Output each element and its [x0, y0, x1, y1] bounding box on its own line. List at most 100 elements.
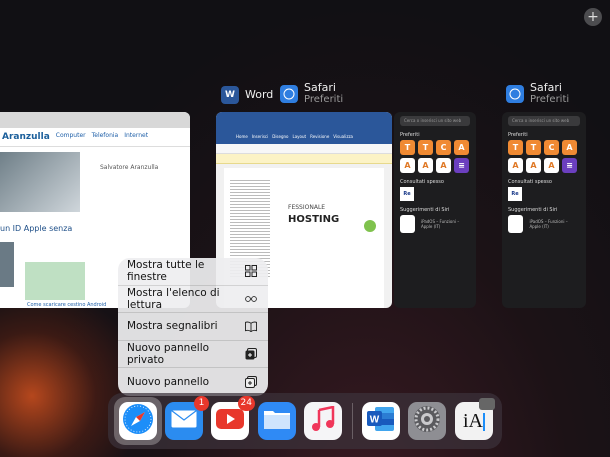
menu-bookmarks[interactable]: Mostra segnalibri: [118, 313, 268, 341]
safari-icon: [280, 84, 298, 103]
browser-toolbar: [0, 112, 190, 128]
favorite-tile[interactable]: A: [418, 158, 433, 173]
app-label-safari-1[interactable]: Safari Preferiti: [280, 82, 343, 105]
dock-safari[interactable]: [119, 402, 157, 440]
word-titlebar: [216, 112, 392, 134]
article-caption: Come scaricare cestino Android: [27, 302, 107, 308]
favorite-tile[interactable]: A: [562, 140, 577, 155]
mail-icon: [171, 410, 197, 432]
app-name: Safari: [530, 81, 562, 94]
glasses-icon: [245, 293, 257, 305]
safari-context-menu: Mostra tutte le finestre Mostra l'elenco…: [118, 258, 268, 396]
book-icon: [245, 320, 257, 332]
app-subtitle: Preferiti: [530, 94, 570, 105]
site-brand: Aranzulla: [2, 132, 50, 142]
apple-icon[interactable]: [508, 215, 524, 233]
favorite-tile[interactable]: A: [454, 140, 469, 155]
app-label-safari-2[interactable]: Safari Preferiti: [506, 82, 569, 105]
favorite-tile[interactable]: T: [526, 140, 541, 155]
grid-icon: [245, 265, 257, 278]
favorite-tile[interactable]: A: [436, 158, 451, 173]
favorite-tile[interactable]: C: [544, 140, 559, 155]
word-icon: W: [366, 405, 396, 437]
word-icon: W: [221, 86, 239, 104]
new-tab-icon: [245, 376, 257, 389]
frequent-label: Consultati spesso: [400, 179, 444, 185]
menu-label: Nuovo pannello: [127, 376, 210, 389]
settings-icon: [412, 404, 442, 438]
siri-label: Suggerimenti di Siri: [508, 207, 558, 213]
menu-show-all-windows[interactable]: Mostra tutte le finestre: [118, 258, 268, 286]
siri-item[interactable]: iPadOS – Funzioni – Apple (IT): [529, 219, 580, 229]
favorite-tile[interactable]: ≡: [454, 158, 469, 173]
doc-badge: [364, 220, 376, 232]
favorites-grid: T T C A A A A ≡: [394, 140, 476, 173]
mail-badge: 1: [194, 396, 209, 411]
safari-panel-2[interactable]: Cerca o inserisci un sito web Preferiti …: [502, 112, 586, 308]
doc-heading-pre: FESSIONALE: [288, 204, 326, 211]
app-name: Word: [245, 88, 274, 101]
safari-icon: [506, 84, 524, 103]
doc-heading: HOSTING: [288, 214, 340, 225]
siri-item[interactable]: iPadOS – Funzioni – Apple (IT): [421, 219, 470, 229]
dock-files[interactable]: [258, 402, 296, 440]
favorites-label: Preferiti: [400, 132, 420, 138]
app-subtitle: Preferiti: [304, 94, 344, 105]
youtube-icon: [216, 409, 244, 433]
favorite-tile[interactable]: A: [544, 158, 559, 173]
article-headline: un ID Apple senza: [0, 224, 73, 233]
menu-new-private-tab[interactable]: Nuovo pannello privato: [118, 341, 268, 369]
music-icon: [311, 405, 335, 436]
dock-ia-writer[interactable]: iA: [455, 398, 495, 440]
favorite-tile[interactable]: T: [418, 140, 433, 155]
app-switch-icon: [479, 398, 495, 410]
private-tab-icon: [245, 348, 257, 360]
dock-youtube[interactable]: 24: [211, 396, 255, 440]
app-label-word[interactable]: W Word: [221, 86, 273, 104]
favorite-tile[interactable]: ≡: [562, 158, 577, 173]
ribbon-tab: Inserisci: [251, 134, 269, 139]
safari-icon: [121, 402, 155, 440]
dock-mail[interactable]: 1: [165, 396, 209, 440]
dock-word[interactable]: W: [362, 402, 400, 440]
favorite-tile[interactable]: A: [400, 158, 415, 173]
site-nav: Aranzulla Computer Telefonia Internet: [0, 128, 190, 147]
dock-music[interactable]: [304, 402, 342, 440]
ribbon-tab: Layout: [292, 134, 307, 139]
recycle-image: [25, 262, 85, 300]
word-ribbon-tabs: Home Inserisci Disegno Layout Revisione …: [216, 134, 392, 144]
frequent-site-icon[interactable]: Re: [400, 187, 414, 201]
favorite-tile[interactable]: T: [400, 140, 415, 155]
nav-item: Internet: [124, 132, 149, 139]
menu-new-tab[interactable]: Nuovo pannello: [118, 368, 268, 396]
favorite-tile[interactable]: A: [508, 158, 523, 173]
thumb-image: [0, 242, 14, 287]
search-field[interactable]: Cerca o inserisci un sito web: [508, 116, 580, 126]
ia-writer-icon: iA: [463, 409, 485, 432]
article-image: [0, 152, 80, 212]
favorite-tile[interactable]: C: [436, 140, 451, 155]
frequent-site-icon[interactable]: Re: [508, 187, 522, 201]
favorite-tile[interactable]: T: [508, 140, 523, 155]
safari-panel-1[interactable]: Cerca o inserisci un sito web Preferiti …: [394, 112, 476, 308]
favorites-grid: T T C A A A A ≡: [502, 140, 586, 173]
menu-label: Mostra tutte le finestre: [127, 259, 205, 284]
menu-label: Mostra l'elenco di lettura: [127, 286, 220, 311]
ribbon-tab: Disegno: [272, 134, 289, 139]
search-field[interactable]: Cerca o inserisci un sito web: [400, 116, 470, 126]
favorites-label: Preferiti: [508, 132, 528, 138]
youtube-badge: 24: [237, 396, 255, 411]
files-icon: [263, 408, 291, 434]
apple-icon[interactable]: [400, 215, 415, 233]
app-name: Safari: [304, 81, 336, 94]
ribbon-tab: Revisione: [310, 134, 330, 139]
dock-separator: [352, 403, 353, 439]
word-toolbar: [216, 144, 392, 154]
warning-bar: [216, 154, 392, 164]
dock-settings[interactable]: [408, 402, 446, 440]
menu-label: Mostra segnalibri: [127, 320, 218, 333]
add-space-button[interactable]: +: [584, 8, 602, 26]
favorite-tile[interactable]: A: [526, 158, 541, 173]
frequent-label: Consultati spesso: [508, 179, 552, 185]
menu-reading-list[interactable]: Mostra l'elenco di lettura: [118, 286, 268, 314]
